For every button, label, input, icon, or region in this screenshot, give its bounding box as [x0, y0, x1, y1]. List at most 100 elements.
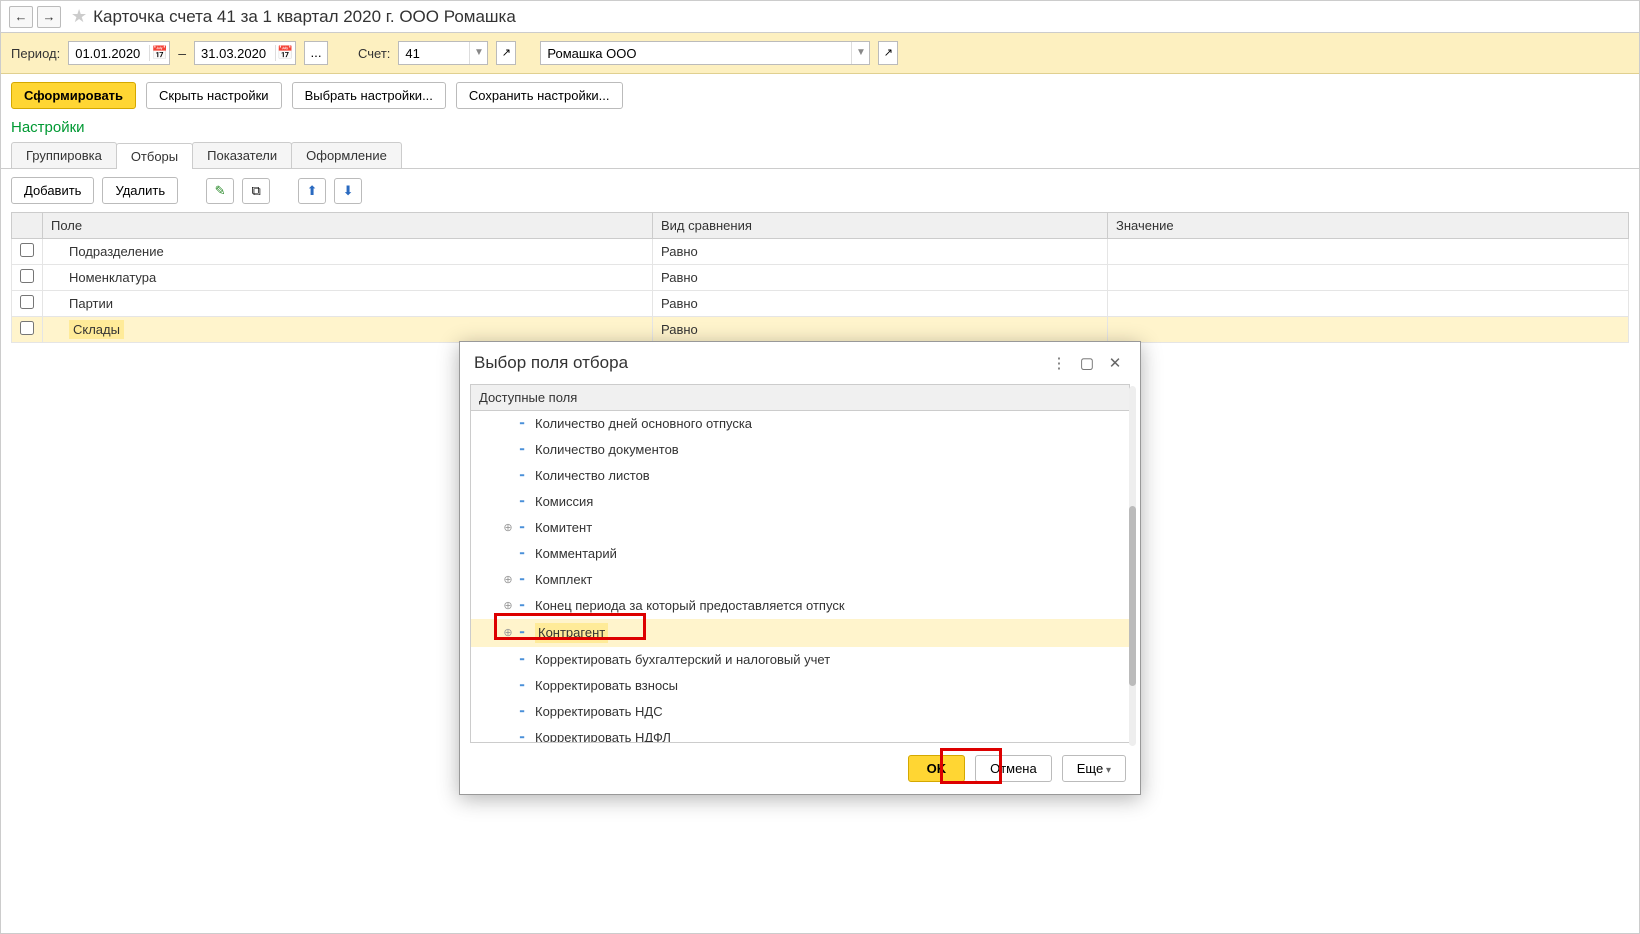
field-icon: ⁃: [515, 624, 529, 642]
field-icon: ⁃: [515, 729, 529, 743]
row-field: Склады: [69, 320, 124, 339]
row-field: Подразделение: [51, 244, 164, 259]
date-from-input[interactable]: 📅: [68, 41, 170, 65]
filter-table: Поле Вид сравнения Значение Подразделени…: [11, 212, 1629, 343]
list-item[interactable]: ⁃Корректировать бухгалтерский и налоговы…: [471, 647, 1129, 673]
list-item[interactable]: ⁃Комиссия: [471, 489, 1129, 515]
row-cmp: Равно: [653, 239, 1108, 265]
field-icon: ⁃: [515, 415, 529, 433]
field-icon: ⁃: [515, 519, 529, 537]
scrollbar-thumb[interactable]: [1129, 506, 1136, 686]
list-item[interactable]: ⁃Количество документов: [471, 437, 1129, 463]
nav-back-button[interactable]: ←: [9, 6, 33, 28]
page-title: Карточка счета 41 за 1 квартал 2020 г. О…: [93, 7, 516, 27]
dialog-title: Выбор поля отбора: [474, 353, 1042, 373]
account-field[interactable]: [399, 42, 469, 64]
list-item[interactable]: ⊕⁃Конец периода за который предоставляет…: [471, 593, 1129, 619]
row-val: [1108, 265, 1629, 291]
row-cmp: Равно: [653, 291, 1108, 317]
period-dash: –: [178, 45, 186, 61]
save-settings-button[interactable]: Сохранить настройки...: [456, 82, 623, 109]
row-val: [1108, 317, 1629, 343]
field-icon: ⁃: [515, 703, 529, 721]
account-label: Счет:: [358, 46, 390, 61]
generate-button[interactable]: Сформировать: [11, 82, 136, 109]
list-item[interactable]: ⊕⁃Комитент: [471, 515, 1129, 541]
available-fields-header: Доступные поля: [470, 384, 1130, 411]
row-checkbox[interactable]: [20, 295, 34, 309]
choose-settings-button[interactable]: Выбрать настройки...: [292, 82, 446, 109]
expand-icon[interactable]: ⊕: [501, 571, 515, 589]
row-cmp: Равно: [653, 265, 1108, 291]
table-row[interactable]: Номенклатура Равно: [12, 265, 1629, 291]
ok-button[interactable]: OK: [908, 755, 966, 782]
col-field: Поле: [43, 213, 653, 239]
col-checkbox: [12, 213, 43, 239]
list-item[interactable]: ⁃Количество листов: [471, 463, 1129, 489]
favorite-icon[interactable]: ★: [71, 6, 87, 27]
field-icon: ⁃: [515, 545, 529, 563]
field-picker-dialog: Выбор поля отбора ⋮ ▢ ✕ Доступные поля ⁃…: [459, 341, 1141, 795]
period-toolbar: Период: 📅 – 📅 ... Счет: ▼ ↗ ▼ ↗: [1, 33, 1639, 74]
tab-grouping[interactable]: Группировка: [11, 142, 117, 168]
list-item[interactable]: ⁃Комментарий: [471, 541, 1129, 567]
row-field: Партии: [51, 296, 113, 311]
list-item[interactable]: ⁃Количество дней основного отпуска: [471, 411, 1129, 437]
field-icon: ⁃: [515, 493, 529, 511]
list-item[interactable]: ⁃Корректировать взносы: [471, 673, 1129, 699]
hide-settings-button[interactable]: Скрыть настройки: [146, 82, 282, 109]
expand-icon[interactable]: ⊕: [501, 597, 515, 615]
table-row[interactable]: Склады Равно: [12, 317, 1629, 343]
expand-icon[interactable]: ⊕: [501, 519, 515, 537]
arrow-up-icon[interactable]: ⬆: [298, 178, 326, 204]
tab-indicators[interactable]: Показатели: [192, 142, 292, 168]
list-item[interactable]: ⁃Корректировать НДФЛ: [471, 725, 1129, 743]
field-icon: ⁃: [515, 467, 529, 485]
calendar-icon[interactable]: 📅: [149, 45, 169, 61]
close-icon[interactable]: ✕: [1104, 352, 1126, 374]
date-from-field[interactable]: [69, 44, 149, 63]
chevron-down-icon[interactable]: ▼: [469, 42, 487, 64]
org-field[interactable]: [541, 42, 851, 64]
tab-filters[interactable]: Отборы: [116, 143, 193, 169]
field-icon: ⁃: [515, 677, 529, 695]
account-input[interactable]: ▼: [398, 41, 488, 65]
list-item[interactable]: ⁃Корректировать НДС: [471, 699, 1129, 725]
field-icon: ⁃: [515, 571, 529, 589]
expand-icon[interactable]: ⊕: [501, 624, 515, 642]
maximize-icon[interactable]: ▢: [1076, 352, 1098, 374]
settings-heading: Настройки: [1, 117, 1639, 142]
row-val: [1108, 291, 1629, 317]
delete-button[interactable]: Удалить: [102, 177, 178, 204]
dialog-titlebar: Выбор поля отбора ⋮ ▢ ✕: [460, 342, 1140, 384]
more-button[interactable]: Еще: [1062, 755, 1126, 782]
menu-icon[interactable]: ⋮: [1048, 352, 1070, 374]
period-picker-button[interactable]: ...: [304, 41, 328, 65]
list-item[interactable]: ⊕⁃Комплект: [471, 567, 1129, 593]
add-button[interactable]: Добавить: [11, 177, 94, 204]
edit-icon[interactable]: ✎: [206, 178, 234, 204]
row-checkbox[interactable]: [20, 269, 34, 283]
date-to-input[interactable]: 📅: [194, 41, 296, 65]
chevron-down-icon[interactable]: ▼: [851, 42, 869, 64]
cancel-button[interactable]: Отмена: [975, 755, 1052, 782]
scrollbar-track[interactable]: [1129, 386, 1136, 746]
available-fields-list[interactable]: ⁃Количество дней основного отпуска ⁃Коли…: [470, 411, 1130, 743]
arrow-down-icon[interactable]: ⬇: [334, 178, 362, 204]
copy-icon[interactable]: ⧉: [242, 178, 270, 204]
row-checkbox[interactable]: [20, 243, 34, 257]
date-to-field[interactable]: [195, 44, 275, 63]
org-open-button[interactable]: ↗: [878, 41, 898, 65]
tab-design[interactable]: Оформление: [291, 142, 402, 168]
row-cmp: Равно: [653, 317, 1108, 343]
table-row[interactable]: Партии Равно: [12, 291, 1629, 317]
calendar-icon[interactable]: 📅: [275, 45, 295, 61]
nav-forward-button[interactable]: →: [37, 6, 61, 28]
list-item[interactable]: ⊕⁃Контрагент: [471, 619, 1129, 647]
col-comparison: Вид сравнения: [653, 213, 1108, 239]
table-row[interactable]: Подразделение Равно: [12, 239, 1629, 265]
org-input[interactable]: ▼: [540, 41, 870, 65]
row-checkbox[interactable]: [20, 321, 34, 335]
account-open-button[interactable]: ↗: [496, 41, 516, 65]
col-value: Значение: [1108, 213, 1629, 239]
